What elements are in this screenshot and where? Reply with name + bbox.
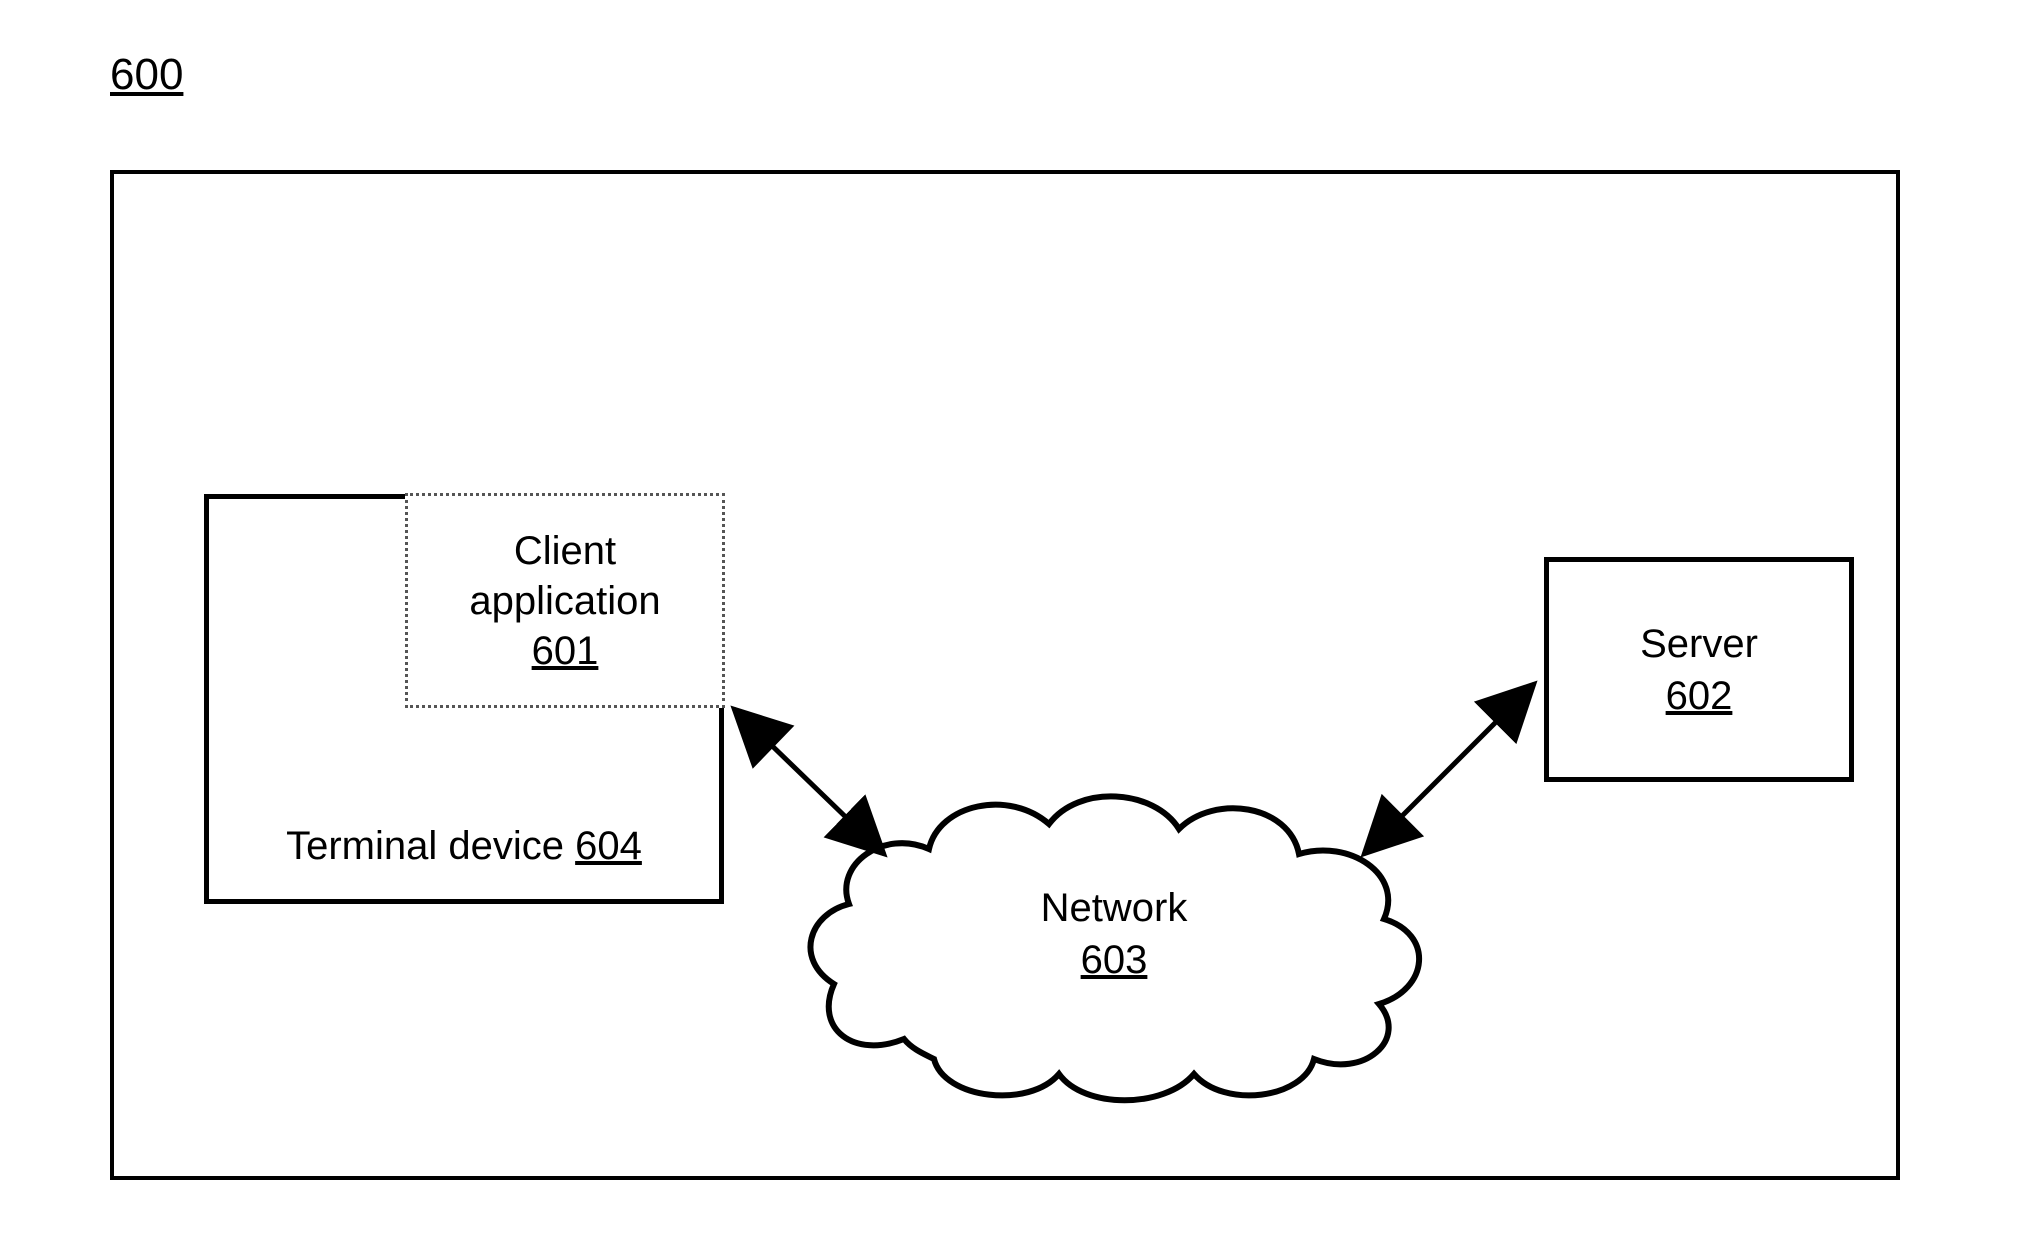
outer-frame: Client application 601 Terminal device 6… [110, 170, 1900, 1180]
arrow-network-server [114, 174, 1904, 1184]
figure-number: 600 [110, 50, 183, 100]
